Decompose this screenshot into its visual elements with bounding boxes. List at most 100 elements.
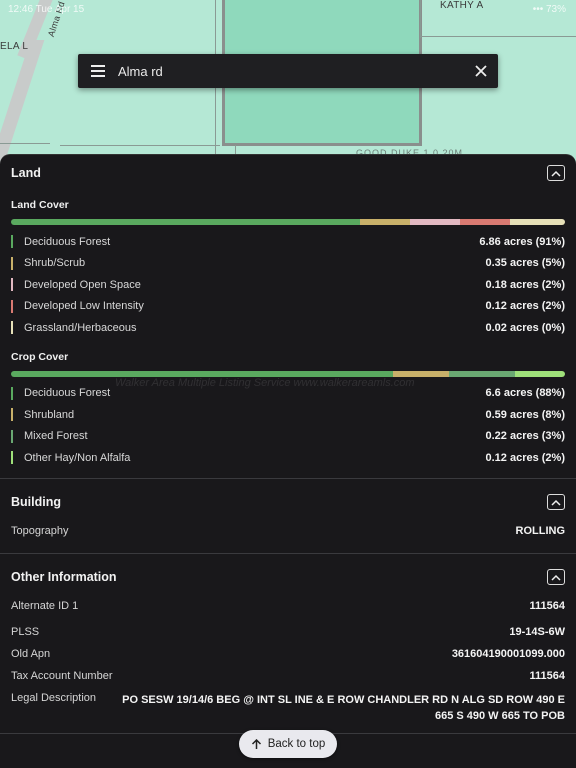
land-cover-label: Grassland/Herbaceous — [11, 321, 137, 335]
crop-cover-label-text: Other Hay/Non Alfalfa — [24, 451, 131, 464]
other-info-section: Other Information Alternate ID 1 111564 … — [0, 554, 576, 734]
crop-cover-title: Crop Cover — [11, 350, 69, 363]
parcel-boundary — [60, 145, 220, 146]
crop-cover-color-swatch — [11, 408, 13, 422]
parcel-boundary — [0, 143, 50, 144]
info-value: 111564 — [529, 670, 566, 682]
info-key: Old Apn — [11, 648, 51, 660]
land-cover-row: Deciduous Forest 6.86 acres (91%) — [11, 231, 565, 253]
info-value: 19-14S-6W — [509, 626, 565, 638]
collapse-other-button[interactable] — [547, 569, 565, 585]
crop-cover-row: Other Hay/Non Alfalfa 0.12 acres (2%) — [11, 447, 565, 469]
legal-description-value: PO SESW 19/14/6 BEG @ INT SL INE & E ROW… — [122, 694, 565, 722]
info-key: Legal Description — [11, 692, 96, 704]
building-section: Building Topography ROLLING — [0, 479, 576, 554]
land-cover-bar-segment — [409, 219, 460, 225]
land-cover-title: Land Cover — [11, 199, 69, 211]
land-cover-row: Developed Open Space 0.18 acres (2%) — [11, 274, 565, 296]
close-icon[interactable] — [464, 54, 498, 88]
section-title-land: Land — [11, 166, 41, 180]
crop-cover-bar-segment — [11, 370, 394, 377]
info-row: Old Apn 361604190001099.000 — [11, 644, 565, 666]
land-cover-color-swatch — [11, 321, 13, 335]
land-cover-bar-segment — [509, 219, 565, 225]
land-cover-color-swatch — [11, 256, 13, 270]
section-title-building: Building — [11, 495, 61, 509]
land-cover-bar-segment — [459, 219, 510, 225]
crop-cover-label-text: Deciduous Forest — [24, 387, 111, 400]
status-battery: ••• 73% — [532, 4, 566, 15]
land-cover-label-text: Deciduous Forest — [24, 235, 111, 248]
crop-cover-value: 6.6 acres (88%) — [485, 387, 566, 400]
search-bar[interactable]: Alma rd — [78, 54, 498, 88]
search-input[interactable]: Alma rd — [118, 64, 464, 79]
crop-cover-value: 0.12 acres (2%) — [485, 451, 566, 464]
crop-cover-label: Shrubland — [11, 408, 75, 422]
info-row: Alternate ID 1 111564 — [11, 600, 565, 622]
section-title-other: Other Information — [11, 570, 117, 584]
map-label-kathy: KATHY A — [440, 0, 484, 11]
info-row: PLSS 19-14S-6W — [11, 622, 565, 644]
land-cover-row: Shrub/Scrub 0.35 acres (5%) — [11, 253, 565, 275]
crop-cover-color-swatch — [11, 386, 13, 400]
crop-cover-label-text: Mixed Forest — [24, 430, 88, 443]
info-value: 111564 — [529, 600, 566, 612]
back-to-top-button[interactable]: Back to top — [239, 730, 337, 758]
chevron-up-icon — [551, 574, 561, 581]
info-value: 361604190001099.000 — [451, 648, 565, 660]
info-key: PLSS — [11, 626, 40, 638]
crop-cover-value: 0.59 acres (8%) — [485, 408, 566, 421]
land-cover-bar-segment — [360, 219, 410, 225]
back-to-top-label: Back to top — [267, 738, 326, 750]
crop-cover-value: 0.22 acres (3%) — [485, 430, 566, 443]
land-cover-label: Developed Low Intensity — [11, 299, 144, 313]
parcel-boundary — [420, 0, 421, 38]
land-cover-value: 0.18 acres (2%) — [485, 278, 566, 291]
land-cover-value: 0.12 acres (2%) — [485, 300, 566, 313]
chevron-up-icon — [551, 170, 561, 177]
land-cover-label: Shrub/Scrub — [11, 256, 86, 270]
land-cover-label: Deciduous Forest — [11, 235, 111, 249]
crop-cover-label-text: Shrubland — [24, 408, 75, 421]
collapse-land-button[interactable] — [547, 165, 565, 181]
land-cover-bar — [11, 219, 565, 225]
status-time: 12:46 Tue Apr 15 — [8, 4, 85, 15]
info-key: Tax Account Number — [11, 670, 113, 682]
crop-cover-row: Mixed Forest 0.22 acres (3%) — [11, 426, 565, 448]
property-details-panel[interactable]: Land Land Cover Deciduous Forest 6.86 acr… — [0, 154, 576, 768]
land-cover-label-text: Developed Open Space — [24, 278, 141, 291]
land-cover-color-swatch — [11, 299, 13, 313]
info-row: Tax Account Number 111564 — [11, 666, 565, 688]
crop-cover-bar — [11, 370, 565, 377]
land-cover-label-text: Shrub/Scrub — [24, 257, 86, 270]
land-cover-label-text: Developed Low Intensity — [24, 300, 144, 313]
topography-value: ROLLING — [515, 525, 566, 537]
crop-cover-color-swatch — [11, 429, 13, 443]
info-key: Alternate ID 1 — [11, 600, 79, 612]
land-cover-color-swatch — [11, 235, 13, 249]
crop-cover-label: Deciduous Forest — [11, 386, 111, 400]
arrow-up-icon — [251, 738, 261, 749]
topography-label: Topography — [11, 525, 69, 537]
topography-row: Topography ROLLING — [11, 525, 565, 547]
land-cover-color-swatch — [11, 278, 13, 292]
crop-cover-bar-segment — [515, 370, 565, 377]
land-cover-row: Developed Low Intensity 0.12 acres (2%) — [11, 296, 565, 318]
collapse-building-button[interactable] — [547, 494, 565, 510]
watermark-text: Walker Area Multiple Listing Service www… — [115, 377, 415, 389]
crop-cover-bar-segment — [393, 370, 449, 377]
road-segment — [0, 40, 45, 170]
land-cover-value: 0.35 acres (5%) — [485, 257, 566, 270]
land-section: Land Land Cover Deciduous Forest 6.86 acr… — [0, 155, 576, 479]
crop-cover-row: Shrubland 0.59 acres (8%) — [11, 404, 565, 426]
land-cover-value: 6.86 acres (91%) — [479, 235, 565, 248]
crop-cover-color-swatch — [11, 451, 13, 465]
map-label-ela: ELA L — [0, 41, 29, 52]
info-row: Legal Description PO SESW 19/14/6 BEG @ … — [11, 688, 565, 724]
crop-cover-label: Mixed Forest — [11, 429, 88, 443]
crop-cover-bar-segment — [448, 370, 516, 377]
land-cover-bar-segment — [11, 219, 361, 225]
menu-icon[interactable] — [78, 54, 118, 88]
land-cover-row: Grassland/Herbaceous 0.02 acres (0%) — [11, 317, 565, 339]
land-cover-label-text: Grassland/Herbaceous — [24, 321, 137, 334]
